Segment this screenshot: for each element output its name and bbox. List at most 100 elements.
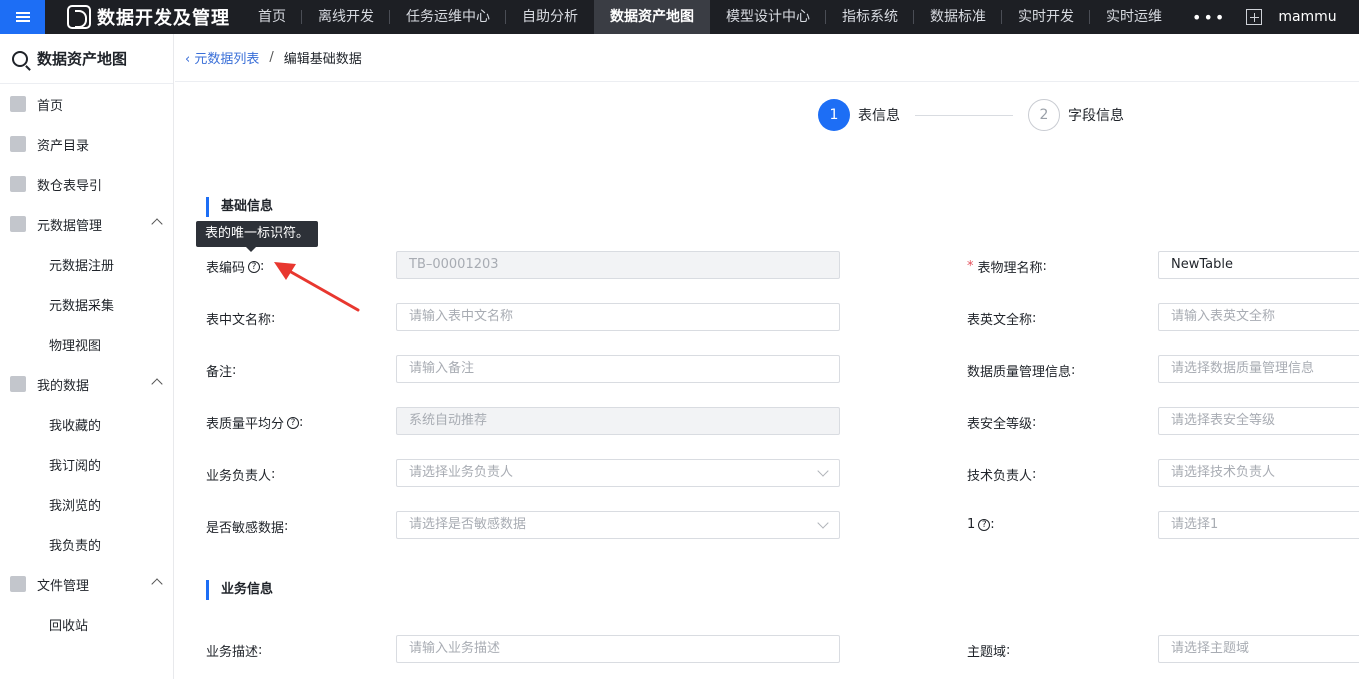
sidebar-item-home[interactable]: 首页 [0, 84, 173, 124]
security-level-label: 表安全等级: [967, 415, 1037, 432]
hamburger-menu-icon[interactable] [0, 0, 45, 34]
label-text: 主题域 [967, 645, 1007, 660]
en-name-input[interactable]: 请输入表英文全称 [1158, 303, 1359, 331]
help-icon[interactable]: ? [978, 518, 991, 531]
subject-domain-select[interactable]: 请选择主题域 [1158, 635, 1359, 663]
app-logo[interactable]: 数据开发及管理 [67, 4, 230, 30]
biz-desc-input[interactable]: 请输入业务描述 [396, 635, 840, 663]
sidebar-item-metadata[interactable]: 元数据管理 [0, 204, 173, 244]
label-text: 业务负责人 [206, 469, 272, 484]
biz-desc-label: 业务描述: [206, 643, 263, 660]
security-level-select[interactable]: 请选择表安全等级 [1158, 407, 1359, 435]
user-name[interactable]: mammu [1278, 9, 1336, 25]
sidebar-subitem-favorites[interactable]: 我收藏的 [0, 404, 173, 444]
label-text: 表物理名称 [977, 261, 1043, 276]
chevron-up-icon [151, 378, 163, 390]
add-icon[interactable] [1246, 9, 1263, 25]
label-text: 表安全等级 [967, 417, 1033, 432]
sidebar-item-label: 文件管理 [37, 578, 90, 594]
nav-task-ops[interactable]: 任务运维中心 [390, 0, 506, 34]
step-2-circle[interactable]: 2 [1028, 99, 1060, 131]
top-navigation-bar: 数据开发及管理 首页 离线开发 任务运维中心 自助分析 数据资产地图 模型设计中… [0, 0, 1359, 34]
warehouse-icon [10, 176, 26, 192]
breadcrumb-back-text: 元数据列表 [194, 52, 260, 67]
sidebar-item-my-data[interactable]: 我的数据 [0, 364, 173, 404]
sidebar-title: 数据资产地图 [0, 34, 173, 84]
sidebar-item-catalog[interactable]: 资产目录 [0, 124, 173, 164]
help-icon[interactable]: ? [287, 416, 300, 429]
breadcrumb-separator: / [269, 50, 274, 65]
label-text: 备注 [206, 365, 233, 380]
quality-score-field: 系统自动推荐 [396, 407, 840, 435]
nav-home[interactable]: 首页 [242, 0, 302, 34]
cn-name-input[interactable]: 请输入表中文名称 [396, 303, 840, 331]
physical-name-input[interactable]: NewTable [1158, 251, 1359, 279]
placeholder-text: 请选择是否敏感数据 [409, 517, 527, 532]
breadcrumb-back-link[interactable]: ‹ 元数据列表 [185, 48, 259, 67]
sensitive-select[interactable]: 请选择是否敏感数据 [396, 511, 840, 539]
chevron-down-icon [817, 465, 829, 477]
logo-icon [67, 5, 91, 29]
nav-asset-map[interactable]: 数据资产地图 [594, 0, 710, 34]
tooltip: 表的唯一标识符。 [196, 221, 319, 252]
sensitive-label: 是否敏感数据: [206, 519, 289, 536]
search-icon [12, 50, 28, 67]
biz-owner-select[interactable]: 请选择业务负责人 [396, 459, 840, 487]
annotation-arrow-icon [274, 262, 360, 312]
label-text: 业务描述 [206, 645, 259, 660]
nav-metrics[interactable]: 指标系统 [826, 0, 914, 34]
label-text: 表编码 [206, 261, 246, 276]
nav-model-design[interactable]: 模型设计中心 [710, 0, 826, 34]
sidebar-subitem-subscribed[interactable]: 我订阅的 [0, 444, 173, 484]
sidebar-subitem-register[interactable]: 元数据注册 [0, 244, 173, 284]
quality-info-label: 数据质量管理信息: [967, 363, 1076, 380]
step-2-label: 字段信息 [1068, 108, 1124, 124]
sidebar-subitem-owned[interactable]: 我负责的 [0, 524, 173, 564]
step-1-circle[interactable]: 1 [818, 99, 850, 131]
nav-data-standard[interactable]: 数据标准 [914, 0, 1002, 34]
sidebar-subitem-browsed[interactable]: 我浏览的 [0, 484, 173, 524]
custom1-select[interactable]: 请选择1 [1158, 511, 1359, 539]
chevron-up-icon [151, 218, 163, 230]
sidebar-subitem-physical-view[interactable]: 物理视图 [0, 324, 173, 364]
sidebar-subitem-collect[interactable]: 元数据采集 [0, 284, 173, 324]
more-icon[interactable]: ••• [1178, 8, 1240, 27]
subject-domain-label: 主题域: [967, 643, 1011, 660]
step-connector [915, 114, 1013, 116]
custom1-label: 1?: [967, 517, 995, 532]
sidebar: 数据资产地图 首页 资产目录 数仓表导引 元数据管理 元数据注册 元数据采集 物… [0, 34, 174, 679]
nav-self-analysis[interactable]: 自助分析 [506, 0, 594, 34]
table-code-label: 表编码?: [206, 259, 265, 276]
label-text: 表质量平均分 [206, 417, 285, 432]
label-text: 表中文名称 [206, 313, 272, 328]
remark-input[interactable]: 请输入备注 [396, 355, 840, 383]
nav-realtime-dev[interactable]: 实时开发 [1002, 0, 1090, 34]
section-business-info: 业务信息 [206, 580, 273, 600]
label-text: 技术负责人 [967, 469, 1033, 484]
sidebar-item-files[interactable]: 文件管理 [0, 564, 173, 604]
home-icon [10, 96, 26, 112]
sidebar-item-label: 资产目录 [37, 138, 90, 154]
quality-info-select[interactable]: 请选择数据质量管理信息 [1158, 355, 1359, 383]
help-icon[interactable]: ? [248, 260, 261, 273]
tech-owner-select[interactable]: 请选择技术负责人 [1158, 459, 1359, 487]
quality-score-label: 表质量平均分?: [206, 415, 304, 432]
sidebar-item-label: 数仓表导引 [37, 178, 103, 194]
en-name-label: 表英文全称: [967, 311, 1037, 328]
section-basic-info: 基础信息 [206, 197, 273, 217]
folder-icon [10, 576, 26, 592]
chevron-up-icon [151, 578, 163, 590]
label-text: 是否敏感数据 [206, 521, 285, 536]
sidebar-item-label: 首页 [37, 98, 64, 114]
steps: 1 表信息 2 字段信息 [818, 99, 1124, 131]
nav-offline-dev[interactable]: 离线开发 [302, 0, 390, 34]
biz-owner-label: 业务负责人: [206, 467, 276, 484]
label-text: 表英文全称 [967, 313, 1033, 328]
sidebar-item-label: 我的数据 [37, 378, 90, 394]
sidebar-item-warehouse[interactable]: 数仓表导引 [0, 164, 173, 204]
sidebar-subitem-recycle-bin[interactable]: 回收站 [0, 604, 173, 644]
step-1-label: 表信息 [858, 108, 900, 124]
app-title: 数据开发及管理 [97, 8, 230, 29]
label-text: 数据质量管理信息 [967, 365, 1072, 380]
nav-realtime-ops[interactable]: 实时运维 [1090, 0, 1178, 34]
